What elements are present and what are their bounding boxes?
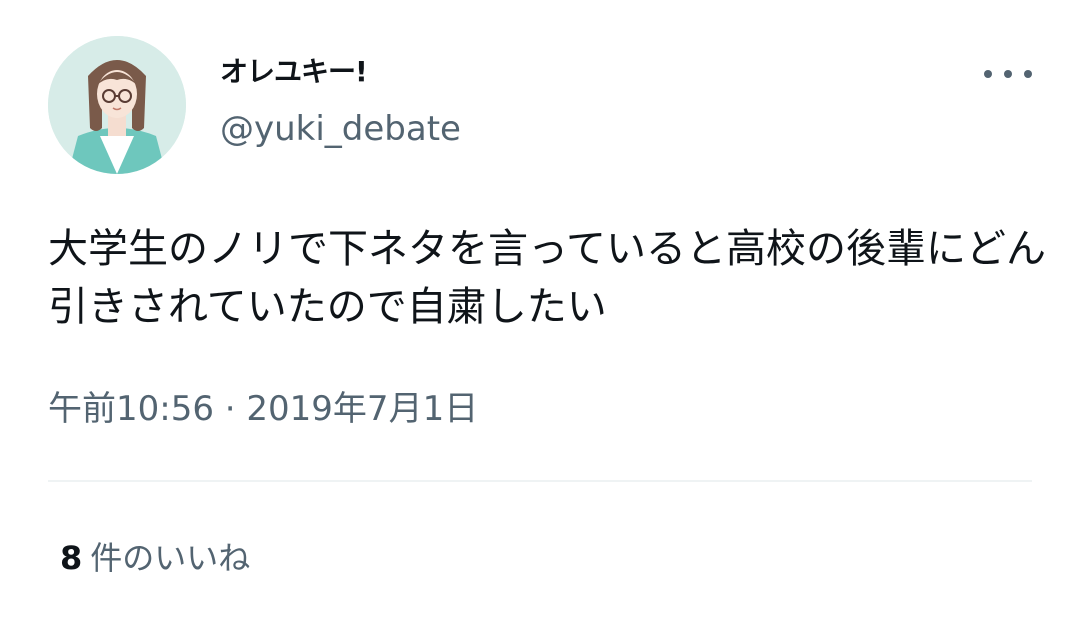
tweet-text: 大学生のノリで下ネタを言っていると高校の後輩にどん引きされていたので自粛したい [48,226,1046,330]
likes-label: 件のいいね [90,539,251,577]
divider [48,480,1032,482]
more-horizontal-icon[interactable] [984,60,1032,88]
likes-stat[interactable]: 8 件のいいね [60,533,250,579]
display-name[interactable]: オレユキー! [220,50,368,90]
tweet-timestamp[interactable]: 午前10:56 · 2019年7月1日 [48,381,478,430]
dot [984,70,992,78]
dot [1024,70,1032,78]
tweet-detail: オレユキー! @yuki_debate 大学生のノリで下ネタを言っていると高校の… [0,0,1080,619]
user-handle[interactable]: @yuki_debate [220,109,461,149]
likes-count: 8 [60,539,83,577]
avatar[interactable] [48,36,186,174]
dot [1004,70,1012,78]
